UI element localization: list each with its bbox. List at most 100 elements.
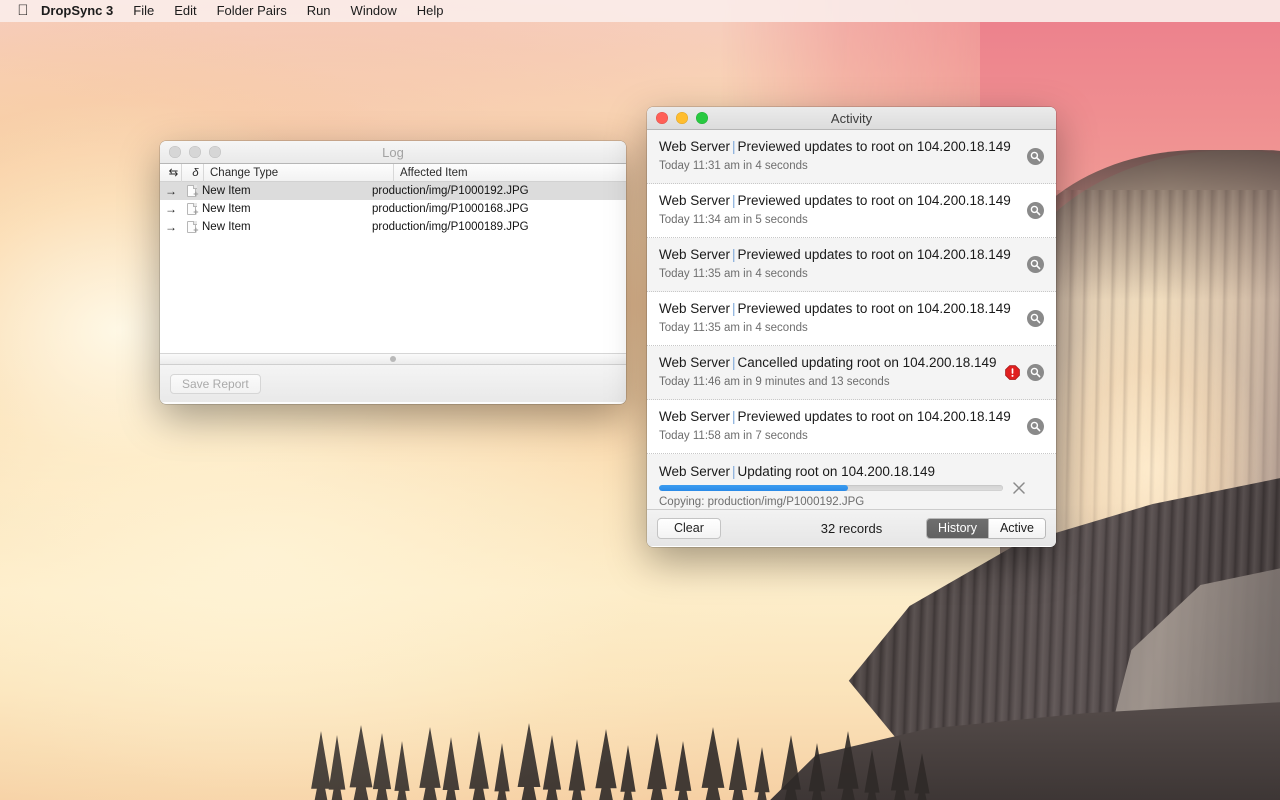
activity-record-detail: Today 11:31 am in 4 seconds: [659, 160, 808, 172]
tree-silhouette-icon: [494, 743, 510, 800]
list-item[interactable]: Web Server | Previewed updates to root on …: [647, 184, 1056, 238]
magnifier-icon[interactable]: [1027, 418, 1044, 435]
active-task-action: Updating root on 104.200.18.149: [737, 464, 935, 479]
close-button[interactable]: [656, 112, 668, 124]
tree-silhouette-icon: [890, 739, 910, 800]
activity-record-detail: Today 11:35 am in 4 seconds: [659, 322, 808, 334]
log-split-resize-handle[interactable]: [160, 353, 626, 364]
minimize-button[interactable]: [676, 112, 688, 124]
activity-window-traffic-lights: [647, 112, 708, 124]
tree-silhouette-icon: [701, 727, 725, 800]
menu-item-run[interactable]: Run: [297, 0, 341, 22]
close-button[interactable]: [169, 146, 181, 158]
tree-silhouette-icon: [372, 733, 392, 800]
log-window-titlebar[interactable]: Log: [160, 141, 626, 164]
menu-item-edit[interactable]: Edit: [164, 0, 206, 22]
activity-record-action: Previewed updates to root on 104.200.18.…: [737, 409, 1011, 424]
activity-record-title: Web Server | Previewed updates to root on …: [659, 138, 1011, 155]
affected-item-column-header[interactable]: Affected Item: [394, 164, 626, 182]
tree-silhouette-icon: [419, 727, 441, 800]
activity-record-detail: Today 11:34 am in 5 seconds: [659, 214, 808, 226]
tree-silhouette-icon: [864, 749, 880, 800]
log-table-body: → + New Item production/img/P1000192.JPG…: [160, 182, 626, 364]
activity-window-titlebar[interactable]: Activity: [647, 107, 1056, 130]
close-x-icon[interactable]: [1012, 481, 1026, 495]
list-item[interactable]: Web Server | Cancelled updating root on 10…: [647, 346, 1056, 400]
tree-silhouette-icon: [808, 743, 826, 800]
progress-bar-fill: [659, 485, 849, 491]
desktop:  DropSync 3 File Edit Folder Pairs Run …: [0, 0, 1280, 800]
tree-silhouette-icon: [620, 745, 636, 800]
activity-record-separator: |: [732, 409, 736, 424]
tree-silhouette-icon: [442, 737, 460, 800]
history-active-segmented-control[interactable]: History Active: [926, 517, 1046, 539]
magnifier-icon[interactable]: [1027, 202, 1044, 219]
tree-silhouette-icon: [394, 741, 410, 800]
save-report-button[interactable]: Save Report: [170, 373, 261, 394]
activity-record-action: Previewed updates to root on 104.200.18.…: [737, 247, 1011, 262]
activity-record-detail: Today 11:35 am in 4 seconds: [659, 268, 808, 280]
activity-record-source: Web Server: [659, 409, 731, 424]
resize-grip-icon: [390, 356, 396, 362]
affected-item-cell: production/img/P1000192.JPG: [372, 185, 529, 197]
activity-record-detail: Today 11:58 am in 7 seconds: [659, 430, 808, 442]
list-item[interactable]: Web Server | Previewed updates to root on …: [647, 130, 1056, 184]
activity-record-title: Web Server | Previewed updates to root on …: [659, 192, 1011, 209]
tree-silhouette-icon: [674, 741, 692, 800]
table-row[interactable]: → + New Item production/img/P1000192.JPG: [160, 182, 626, 200]
affected-item-cell: production/img/P1000168.JPG: [372, 203, 529, 215]
bidirectional-arrow-icon[interactable]: ⇆: [160, 163, 182, 182]
apple-logo-icon[interactable]: : [9, 3, 37, 20]
activity-window[interactable]: Activity Web Server | Previewed updates to…: [647, 107, 1056, 547]
activity-record-title: Web Server | Previewed updates to root on …: [659, 408, 1011, 425]
tree-silhouette-icon: [328, 735, 346, 800]
magnifier-icon[interactable]: [1027, 148, 1044, 165]
list-item[interactable]: Web Server | Previewed updates to root on …: [647, 400, 1056, 454]
menu-app-name[interactable]: DropSync 3: [37, 0, 123, 22]
activity-record-source: Web Server: [659, 247, 731, 262]
magnifier-icon[interactable]: [1027, 310, 1044, 327]
maximize-button[interactable]: [209, 146, 221, 158]
error-octagon-icon[interactable]: [1005, 365, 1020, 380]
activity-window-title: Activity: [830, 110, 873, 126]
delta-column-header[interactable]: δ: [182, 163, 204, 182]
tree-silhouette-icon: [914, 753, 930, 800]
change-type-cell: New Item: [202, 185, 251, 197]
log-window-footer: Save Report: [160, 364, 626, 402]
tree-silhouette-icon: [311, 731, 331, 800]
table-row[interactable]: → + New Item production/img/P1000189.JPG: [160, 218, 626, 236]
activity-record-separator: |: [732, 139, 736, 154]
log-window[interactable]: Log ⇆ δ Change Type Affected Item → + Ne…: [160, 141, 626, 404]
minimize-button[interactable]: [189, 146, 201, 158]
tree-silhouette-icon: [728, 737, 748, 800]
activity-record-source: Web Server: [659, 139, 731, 154]
activity-record-source: Web Server: [659, 355, 731, 370]
affected-item-cell: production/img/P1000189.JPG: [372, 221, 529, 233]
tree-silhouette-icon: [542, 735, 562, 800]
activity-record-action: Previewed updates to root on 104.200.18.…: [737, 301, 1011, 316]
table-row[interactable]: → + New Item production/img/P1000168.JPG: [160, 200, 626, 218]
clear-button[interactable]: Clear: [657, 517, 721, 539]
active-task-title: Web Server | Updating root on 104.200.18.1…: [659, 463, 1010, 480]
menu-item-help[interactable]: Help: [407, 0, 454, 22]
log-table-header: ⇆ δ Change Type Affected Item: [160, 163, 626, 182]
progress-bar: [659, 485, 1003, 491]
maximize-button[interactable]: [696, 112, 708, 124]
segment-history[interactable]: History: [927, 518, 988, 538]
magnifier-icon[interactable]: [1027, 256, 1044, 273]
change-type-cell: New Item: [202, 221, 251, 233]
list-item[interactable]: Web Server | Previewed updates to root on …: [647, 292, 1056, 346]
segment-active[interactable]: Active: [987, 518, 1045, 538]
wallpaper-treeline: [300, 690, 940, 800]
change-type-column-header[interactable]: Change Type: [204, 163, 394, 182]
activity-record-separator: |: [732, 247, 736, 262]
activity-record-action: Cancelled updating root on 104.200.18.14…: [737, 355, 997, 370]
menu-item-folder-pairs[interactable]: Folder Pairs: [207, 0, 297, 22]
active-task-row[interactable]: Web Server | Updating root on 104.200.18.1…: [647, 454, 1056, 509]
magnifier-icon[interactable]: [1027, 364, 1044, 381]
menu-item-window[interactable]: Window: [341, 0, 407, 22]
active-task-source: Web Server: [659, 464, 731, 479]
direction-arrow-icon: →: [165, 202, 177, 216]
list-item[interactable]: Web Server | Previewed updates to root on …: [647, 238, 1056, 292]
menu-item-file[interactable]: File: [123, 0, 164, 22]
